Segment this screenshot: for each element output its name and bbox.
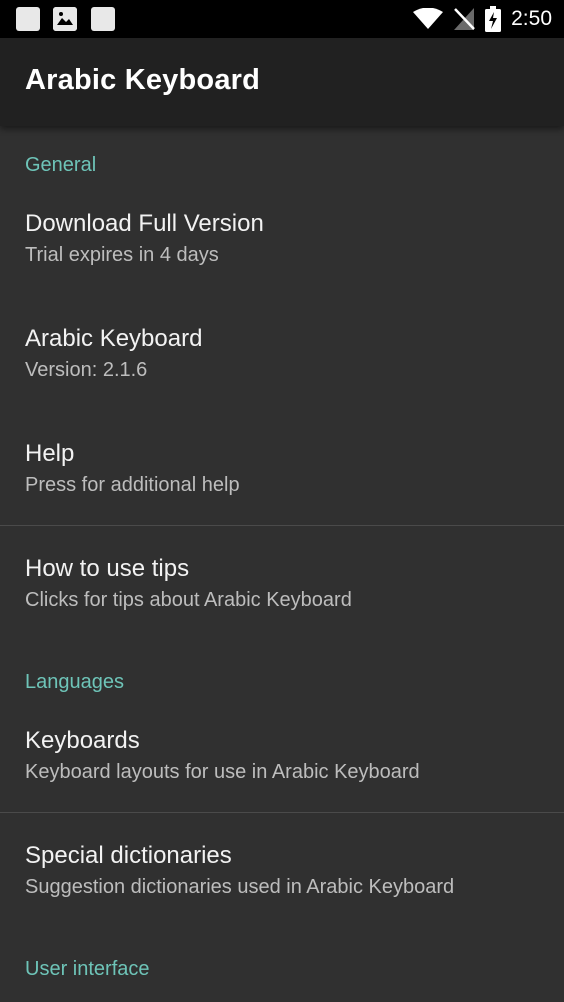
category-languages: Languages (25, 671, 124, 693)
pref-title: Special dictionaries (25, 842, 232, 869)
pref-how-to-use-tips[interactable]: How to use tips Clicks for tips about Ar… (0, 555, 564, 665)
image-icon (53, 7, 77, 31)
pref-title: Arabic Keyboard (25, 325, 203, 352)
divider (0, 812, 564, 813)
pref-arabic-keyboard-version[interactable]: Arabic Keyboard Version: 2.1.6 (0, 325, 564, 435)
pref-help[interactable]: Help Press for additional help (0, 440, 564, 550)
pref-keyboards[interactable]: Keyboards Keyboard layouts for use in Ar… (0, 727, 564, 837)
notification-square-icon (16, 7, 40, 31)
page-title: Arabic Keyboard (25, 64, 261, 96)
notification-square-icon (91, 7, 115, 31)
status-time: 2:50 (511, 7, 552, 30)
category-general: General (25, 154, 97, 176)
pref-title: Keyboards (25, 727, 140, 754)
pref-download-full-version[interactable]: Download Full Version Trial expires in 4… (0, 210, 564, 320)
category-user-interface: User interface (25, 958, 150, 980)
no-signal-icon (454, 8, 476, 30)
pref-title: Download Full Version (25, 210, 264, 237)
pref-title: Help (25, 440, 75, 467)
pref-special-dictionaries[interactable]: Special dictionaries Suggestion dictiona… (0, 842, 564, 952)
divider (0, 525, 564, 526)
status-bar: 2:50 (0, 0, 564, 38)
pref-summary: Suggestion dictionaries used in Arabic K… (25, 876, 455, 898)
pref-summary: Version: 2.1.6 (25, 359, 148, 381)
system-icons: 2:50 (413, 0, 552, 38)
pref-summary: Press for additional help (25, 474, 240, 496)
pref-summary: Trial expires in 4 days (25, 244, 219, 266)
app-bar: Arabic Keyboard (0, 38, 564, 126)
pref-title: How to use tips (25, 555, 190, 582)
pref-summary: Keyboard layouts for use in Arabic Keybo… (25, 761, 420, 783)
battery-charging-icon (485, 6, 502, 32)
wifi-icon (413, 8, 444, 29)
pref-summary: Clicks for tips about Arabic Keyboard (25, 589, 352, 611)
